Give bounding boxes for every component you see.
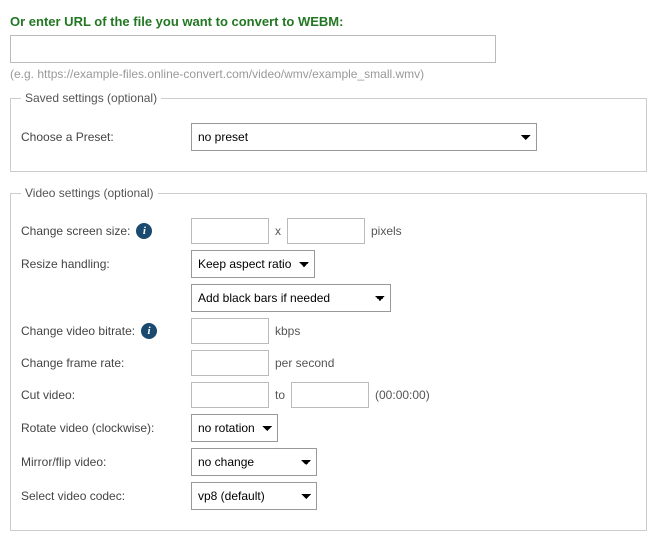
screen-height-input[interactable] [287, 218, 365, 244]
rotate-label: Rotate video (clockwise): [21, 421, 154, 435]
url-section-title: Or enter URL of the file you want to con… [10, 14, 647, 29]
cut-to-input[interactable] [291, 382, 369, 408]
bitrate-unit: kbps [275, 324, 300, 338]
mirror-select[interactable]: no change [191, 448, 317, 476]
cut-video-label: Cut video: [21, 388, 75, 402]
url-hint: (e.g. https://example-files.online-conve… [10, 67, 647, 81]
codec-label: Select video codec: [21, 489, 125, 503]
cut-from-input[interactable] [191, 382, 269, 408]
codec-select[interactable]: vp8 (default) [191, 482, 317, 510]
resize-mode-select[interactable]: Keep aspect ratio [191, 250, 315, 278]
resize-bars-select[interactable]: Add black bars if needed [191, 284, 391, 312]
rotate-select[interactable]: no rotation [191, 414, 278, 442]
bitrate-label: Change video bitrate: [21, 324, 135, 338]
x-separator: x [275, 224, 281, 238]
screen-width-input[interactable] [191, 218, 269, 244]
preset-label: Choose a Preset: [21, 130, 114, 144]
framerate-unit: per second [275, 356, 334, 370]
video-settings-legend: Video settings (optional) [21, 186, 158, 200]
info-icon[interactable]: i [136, 223, 152, 239]
cut-to-separator: to [275, 388, 285, 402]
preset-select[interactable]: no preset [191, 123, 537, 151]
screen-size-label: Change screen size: [21, 224, 130, 238]
pixels-label: pixels [371, 224, 402, 238]
saved-settings-legend: Saved settings (optional) [21, 91, 161, 105]
url-input[interactable] [10, 35, 496, 63]
resize-handling-label: Resize handling: [21, 257, 110, 271]
cut-hint: (00:00:00) [375, 388, 430, 402]
framerate-label: Change frame rate: [21, 356, 124, 370]
info-icon[interactable]: i [141, 323, 157, 339]
mirror-label: Mirror/flip video: [21, 455, 106, 469]
bitrate-input[interactable] [191, 318, 269, 344]
framerate-input[interactable] [191, 350, 269, 376]
saved-settings-fieldset: Saved settings (optional) Choose a Prese… [10, 91, 647, 172]
video-settings-fieldset: Video settings (optional) Change screen … [10, 186, 647, 531]
